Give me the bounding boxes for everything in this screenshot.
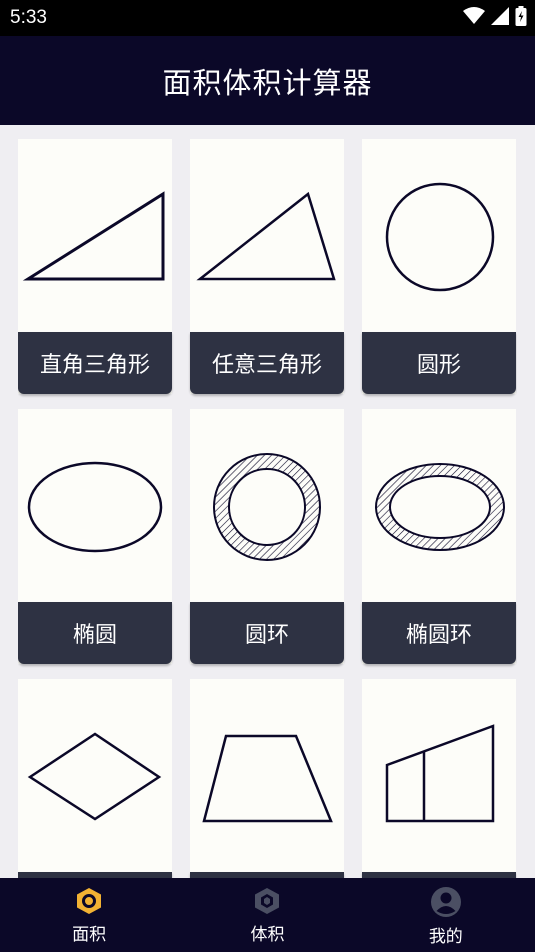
battery-icon [515,6,527,26]
elliptical-ring-icon [375,463,505,551]
shape-card-circle[interactable]: 圆形 [362,139,516,394]
app-header: 面积体积计算器 [0,36,535,125]
status-icons [463,6,527,26]
right-triangle-icon [22,191,165,281]
trapezoid-icon [202,734,333,823]
triangle-icon [196,191,336,281]
ellipse-icon [27,461,163,553]
nav-item-volume[interactable]: 体积 [178,878,356,952]
shape-card-elliptical-ring[interactable]: 椭圆环 [362,409,516,664]
bottom-nav: 面积 体积 我的 [0,878,535,952]
nav-label-volume: 体积 [250,925,285,945]
nav-item-area[interactable]: 面积 [0,878,178,952]
status-bar: 5:33 [0,0,535,36]
user-icon [430,887,461,917]
shape-card-quadrilateral[interactable] [362,679,516,878]
status-time: 5:33 [10,7,47,28]
shape-card-label: 圆形 [362,332,516,394]
shape-card-label: 圆环 [190,602,344,664]
shape-card-ring[interactable]: 圆环 [190,409,344,664]
shape-card-triangle[interactable]: 任意三角形 [190,139,344,394]
shape-grid: 直角三角形 任意三角形 圆形 椭圆 圆环 椭圆环 [18,139,517,878]
nav-label-mine: 我的 [428,927,463,947]
shape-card-trapezoid[interactable] [190,679,344,878]
quadrilateral-icon [385,724,495,823]
nav-label-area: 面积 [72,925,107,945]
shape-card-rhombus[interactable] [18,679,172,878]
shape-card-label: 椭圆环 [362,602,516,664]
shape-card-label: 椭圆 [18,602,172,664]
hexagon-icon [77,888,102,914]
shape-card-ellipse[interactable]: 椭圆 [18,409,172,664]
shape-card-right-triangle[interactable]: 直角三角形 [18,139,172,394]
nav-item-mine[interactable]: 我的 [357,878,535,952]
signal-icon [491,7,509,25]
rhombus-icon [27,732,162,821]
shape-card-label: 直角三角形 [18,332,172,394]
page-title: 面积体积计算器 [162,65,373,100]
shape-card-label: 任意三角形 [190,332,344,394]
ring-icon [213,453,321,561]
circle-icon [385,182,495,292]
cube-icon [255,888,280,914]
wifi-icon [463,7,485,24]
